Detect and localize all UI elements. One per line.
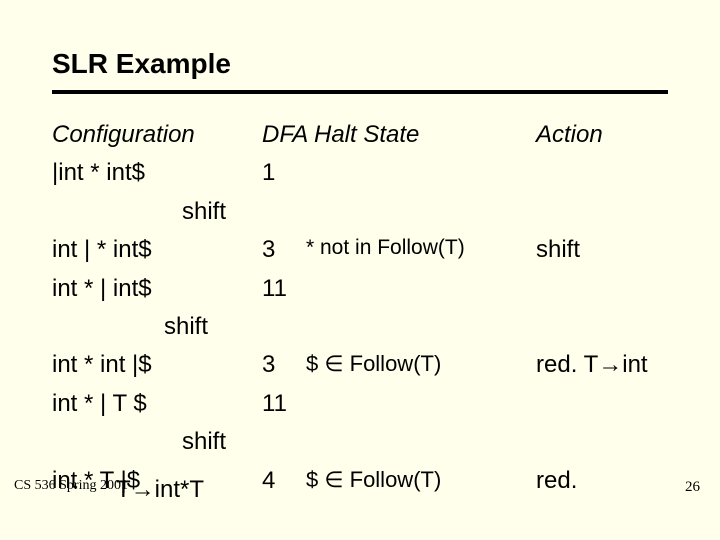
action-text: red. T→int	[536, 346, 648, 384]
shift-row: shift	[52, 308, 668, 346]
config-row: int | * int$ 3 * not in Follow(T) shift	[52, 231, 668, 269]
shift-label: shift	[182, 423, 226, 461]
shift-row: shift	[52, 423, 668, 461]
header-row: Configuration DFA Halt State Action	[52, 116, 668, 154]
note-text	[306, 270, 536, 308]
action-text: shift	[536, 231, 580, 269]
state-text: 3	[262, 346, 306, 384]
shift-label: shift	[164, 308, 208, 346]
slide-title: SLR Example	[52, 48, 668, 80]
header-configuration: Configuration	[52, 116, 262, 154]
shift-label: shift	[182, 193, 226, 231]
content: Configuration DFA Halt State Action |int…	[52, 116, 668, 500]
note-text: $ ∈ Follow(T)	[306, 462, 536, 500]
configuration-text: int * | int$	[52, 270, 262, 308]
configuration-text: |int * int$	[52, 154, 262, 192]
state-text: 3	[262, 231, 306, 269]
footer-course: CS 536 Spring 2001	[14, 478, 128, 494]
shift-indent	[52, 193, 182, 231]
config-row: |int * int$ 1	[52, 154, 668, 192]
note-text	[306, 385, 536, 423]
state-text: 11	[262, 270, 306, 308]
note-text: $ ∈ Follow(T)	[306, 346, 536, 384]
note-text: * not in Follow(T)	[306, 231, 536, 269]
header-action: Action	[536, 116, 603, 154]
last-production: T→int*T	[116, 476, 204, 504]
state-text: 11	[262, 385, 306, 423]
shift-row: shift	[52, 193, 668, 231]
state-text: 1	[262, 154, 306, 192]
configuration-text: int | * int$	[52, 231, 262, 269]
configuration-text: int * int |$	[52, 346, 262, 384]
title-rule	[52, 90, 668, 94]
config-row: int * | int$ 11	[52, 270, 668, 308]
shift-indent	[52, 423, 182, 461]
configuration-text: int * | T $	[52, 385, 262, 423]
action-text: red.	[536, 462, 577, 500]
header-dfa-state: DFA Halt State	[262, 116, 536, 154]
config-row: int * | T $ 11	[52, 385, 668, 423]
page-number: 26	[685, 479, 700, 496]
shift-indent	[52, 308, 164, 346]
note-text	[306, 154, 536, 192]
config-row: int * int |$ 3 $ ∈ Follow(T) red. T→int	[52, 346, 668, 384]
state-text: 4	[262, 462, 306, 500]
slide: SLR Example Configuration DFA Halt State…	[0, 0, 720, 540]
